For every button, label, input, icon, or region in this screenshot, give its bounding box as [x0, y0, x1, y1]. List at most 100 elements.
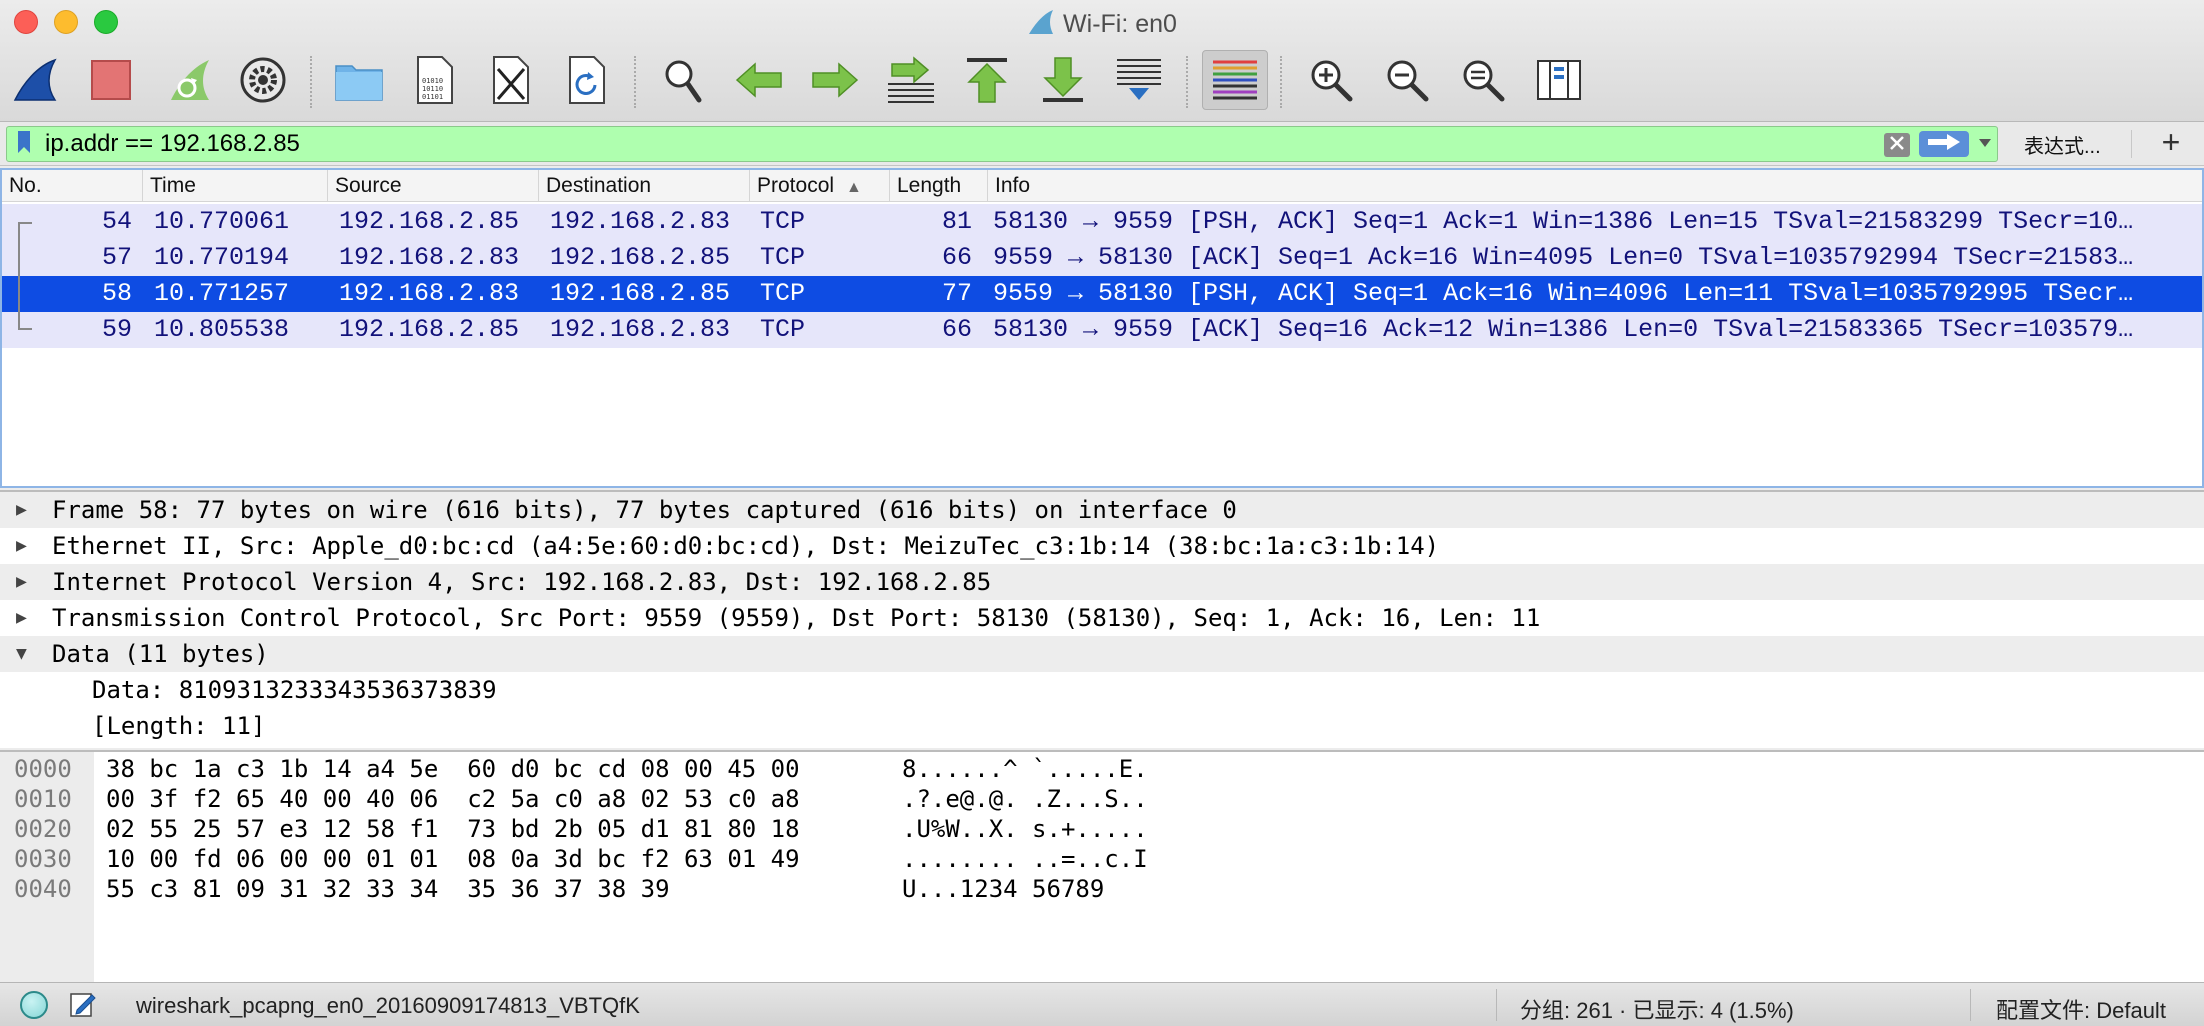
- reload-file-icon: [566, 55, 608, 105]
- go-last-packet-button[interactable]: [1034, 50, 1092, 110]
- bytes-row[interactable]: 0010 00 3f f2 65 40 00 40 06 c2 5a c0 a8 …: [0, 784, 2204, 814]
- tree-item-ethernet[interactable]: ▶ Ethernet II, Src: Apple_d0:bc:cd (a4:5…: [0, 528, 2204, 564]
- packet-row[interactable]: 57 10.770194 192.168.2.83 192.168.2.85 TCP 66…: [2, 240, 2202, 276]
- capture-options-button[interactable]: [234, 50, 292, 110]
- display-filter-input[interactable]: [45, 128, 1875, 160]
- disclosure-right-icon[interactable]: ▶: [16, 528, 36, 564]
- disclosure-right-icon[interactable]: ▶: [16, 492, 36, 528]
- status-bar: wireshark_pcapng_en0_20160909174813_VBTQ…: [0, 982, 2204, 1026]
- colorize-button[interactable]: [1202, 50, 1268, 110]
- bytes-row[interactable]: 0000 38 bc 1a c3 1b 14 a4 5e 60 d0 bc cd …: [0, 754, 2204, 784]
- tree-item-ipv4[interactable]: ▶ Internet Protocol Version 4, Src: 192.…: [0, 564, 2204, 600]
- bytes-ascii: 8......^ `.....E.: [902, 755, 1148, 783]
- column-header-time[interactable]: Time: [143, 170, 328, 202]
- bytes-row[interactable]: 0020 02 55 25 57 e3 12 58 f1 73 bd 2b 05 …: [0, 814, 2204, 844]
- tree-item-label: Frame 58: 77 bytes on wire (616 bits), 7…: [52, 496, 1237, 524]
- capture-options-icon: [239, 56, 287, 104]
- column-header-label: Protocol: [757, 174, 835, 197]
- tree-item-tcp[interactable]: ▶ Transmission Control Protocol, Src Por…: [0, 600, 2204, 636]
- restart-capture-button[interactable]: [160, 50, 218, 110]
- bytes-row[interactable]: 0040 55 c3 81 09 31 32 33 34 35 36 37 38 …: [0, 874, 2204, 904]
- expert-info-icon[interactable]: [20, 991, 48, 1019]
- filter-bookmark-button[interactable]: [10, 130, 38, 158]
- tree-item-data[interactable]: ▼ Data (11 bytes): [0, 636, 2204, 672]
- auto-scroll-button[interactable]: [1110, 50, 1168, 110]
- packet-no: 58: [101, 279, 132, 308]
- bytes-offset: 0030: [14, 845, 72, 873]
- disclosure-down-icon[interactable]: ▼: [16, 636, 36, 672]
- bytes-row[interactable]: 0030 10 00 fd 06 00 00 01 01 08 0a 3d bc …: [0, 844, 2204, 874]
- packet-count: 分组: 261 · 已显示: 4 (1.5%): [1520, 998, 1794, 1023]
- column-header-length[interactable]: Length: [890, 170, 988, 202]
- find-packet-button[interactable]: [654, 50, 712, 110]
- packet-destination: 192.168.2.83: [550, 315, 731, 344]
- conversation-end-marker: [18, 328, 32, 330]
- chevron-down-icon: [1978, 135, 1992, 153]
- toolbar-separator: [310, 56, 312, 108]
- disclosure-right-icon[interactable]: ▶: [16, 600, 36, 636]
- colorize-icon: [1211, 58, 1259, 102]
- packet-destination: 192.168.2.85: [550, 243, 731, 272]
- column-header-label: Destination: [546, 174, 652, 197]
- normal-size-icon: [1460, 57, 1506, 103]
- bytes-hex: 38 bc 1a c3 1b 14 a4 5e 60 d0 bc cd 08 0…: [106, 755, 800, 783]
- svg-text:10110: 10110: [422, 85, 443, 93]
- packet-info: 9559 → 58130 [ACK] Seq=1 Ack=16 Win=4095…: [993, 243, 2134, 272]
- column-header-protocol[interactable]: Protocol ▲: [750, 170, 890, 202]
- go-forward-button[interactable]: [806, 50, 864, 110]
- title-bar: Wi-Fi: en0: [0, 0, 2204, 44]
- column-header-label: Time: [150, 174, 196, 197]
- packet-time: 10.770194: [154, 243, 290, 272]
- open-file-icon: [334, 58, 384, 102]
- column-header-info[interactable]: Info: [988, 170, 2202, 202]
- conversation-start-marker: [18, 222, 32, 224]
- zoom-out-button[interactable]: [1378, 50, 1436, 110]
- packet-no: 57: [101, 243, 132, 272]
- resize-columns-button[interactable]: [1530, 50, 1588, 110]
- column-header-no[interactable]: No.: [2, 170, 143, 202]
- column-header-source[interactable]: Source: [328, 170, 539, 202]
- column-header-label: No.: [9, 174, 42, 197]
- profile-label[interactable]: 配置文件: Default: [1996, 993, 2166, 1025]
- go-to-packet-button[interactable]: [882, 50, 940, 110]
- tree-subitem-label: Data: 8109313233343536373839: [92, 676, 497, 704]
- tree-subitem-length[interactable]: [Length: 11]: [0, 708, 2204, 744]
- packet-source: 192.168.2.85: [339, 315, 520, 344]
- bytes-ascii: ........ ..=..c.I: [902, 845, 1148, 873]
- packet-row[interactable]: 59 10.805538 192.168.2.85 192.168.2.83 TCP 66…: [2, 312, 2202, 348]
- go-back-button[interactable]: [730, 50, 788, 110]
- reload-file-button[interactable]: [558, 50, 616, 110]
- stop-capture-button[interactable]: [82, 50, 140, 110]
- packet-row[interactable]: 54 10.770061 192.168.2.85 192.168.2.83 TCP 81…: [2, 204, 2202, 240]
- apply-filter-button[interactable]: [1919, 131, 1969, 157]
- bytes-offset: 0000: [14, 755, 72, 783]
- save-file-button[interactable]: 01010 10110 01101: [406, 50, 464, 110]
- go-first-packet-button[interactable]: [958, 50, 1016, 110]
- packet-bytes-pane: 0000 38 bc 1a c3 1b 14 a4 5e 60 d0 bc cd …: [0, 750, 2204, 982]
- capture-comment-icon[interactable]: [68, 989, 98, 1025]
- status-separator: [1496, 989, 1497, 1021]
- filter-bar-separator: [2131, 130, 2132, 158]
- start-capture-button[interactable]: [6, 50, 64, 110]
- normal-size-button[interactable]: [1454, 50, 1512, 110]
- packet-row[interactable]: 58 10.771257 192.168.2.83 192.168.2.85 TCP 77…: [2, 276, 2202, 312]
- tree-subitem-data-value[interactable]: Data: 8109313233343536373839: [0, 672, 2204, 708]
- clear-filter-button[interactable]: [1884, 133, 1910, 157]
- tree-item-label: Internet Protocol Version 4, Src: 192.16…: [52, 568, 992, 596]
- tree-item-frame[interactable]: ▶ Frame 58: 77 bytes on wire (616 bits),…: [0, 492, 2204, 528]
- close-file-icon: [490, 55, 532, 105]
- column-header-destination[interactable]: Destination: [539, 170, 750, 202]
- open-file-button[interactable]: [330, 50, 388, 110]
- go-forward-icon: [811, 62, 859, 98]
- packet-list-header: No. Time Source Destination Protocol ▲ Le…: [2, 170, 2202, 202]
- packet-length: 66: [941, 243, 972, 272]
- expression-button[interactable]: 表达式...: [2024, 130, 2101, 159]
- filter-history-dropdown[interactable]: [1973, 129, 1997, 159]
- close-file-button[interactable]: [482, 50, 540, 110]
- bytes-offset: 0020: [14, 815, 72, 843]
- add-filter-button[interactable]: +: [2156, 126, 2186, 158]
- disclosure-right-icon[interactable]: ▶: [16, 564, 36, 600]
- packet-source: 192.168.2.85: [339, 207, 520, 236]
- zoom-in-button[interactable]: [1302, 50, 1360, 110]
- packet-protocol: TCP: [760, 279, 806, 308]
